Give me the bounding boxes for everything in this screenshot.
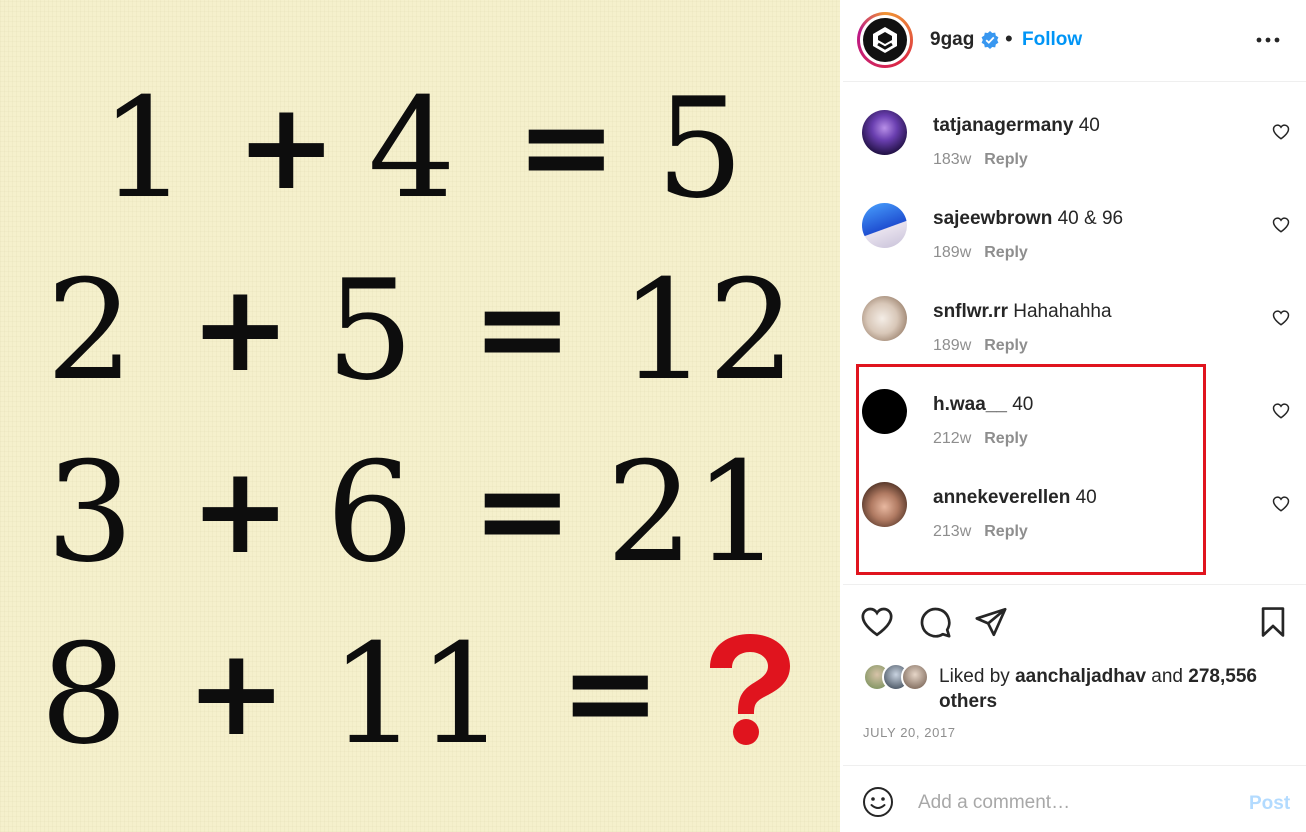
equation-row2-term1: 2 [46, 250, 134, 411]
profile-avatar[interactable] [857, 12, 913, 68]
equation-row4-term2: 11 [330, 614, 506, 775]
comment-age: 189w [933, 337, 972, 354]
emoji-icon[interactable] [862, 786, 894, 818]
post-date[interactable]: JULY 20, 2017 [863, 725, 956, 740]
equation-row2-term2: 5 [326, 250, 414, 411]
9gag-logo-icon [863, 18, 907, 62]
comment-item: snflwr.rr Hahahahha 189w Reply [843, 269, 1306, 362]
likes-others[interactable]: others [939, 691, 997, 712]
equation-row4-equals: = [560, 624, 661, 763]
heart-icon[interactable] [1272, 216, 1290, 234]
header-separator: • [1005, 26, 1013, 51]
equation-row1-plus: + [236, 78, 337, 217]
heart-icon[interactable] [1272, 495, 1290, 513]
equation-row4-plus: + [186, 624, 287, 763]
post-image: 1 + 4 = 5 2 + 5 = 12 3 + 6 = 21 8 + 11 = [0, 0, 840, 832]
equation-row1-term2: 4 [368, 68, 456, 229]
verified-badge-icon [981, 31, 999, 49]
equation-row1-equals: = [516, 78, 617, 217]
reply-button[interactable]: Reply [984, 244, 1028, 261]
liker-avatar [901, 663, 929, 691]
equation-row2-result: 12 [620, 250, 796, 411]
comment-item: annekeverellen 40 213w Reply [843, 455, 1306, 548]
post-header: 9gag • Follow [843, 0, 1306, 82]
question-mark-icon [710, 634, 790, 745]
comment-username[interactable]: tatjanagermany [933, 115, 1073, 136]
comment-age: 213w [933, 523, 972, 540]
commenter-avatar[interactable] [862, 482, 907, 527]
commenter-avatar[interactable] [862, 389, 907, 434]
equation-row3-term1: 3 [46, 432, 134, 593]
liker-avatars[interactable] [863, 663, 933, 693]
heart-icon[interactable] [1272, 402, 1290, 420]
equation-row2-equals: = [472, 260, 573, 399]
comment-age: 183w [933, 151, 972, 168]
equation-row3-equals: = [472, 442, 573, 581]
comment-username[interactable]: sajeewbrown [933, 208, 1052, 229]
comment-text: 40 [1078, 115, 1100, 136]
heart-icon[interactable] [860, 605, 894, 639]
commenter-avatar[interactable] [862, 203, 907, 248]
equation-row2-plus: + [190, 260, 291, 399]
comments-list[interactable]: tatjanagermany 40 183w Reply sajeewbrown … [843, 83, 1306, 583]
comment-text: 40 [1012, 394, 1034, 415]
comment-username[interactable]: annekeverellen [933, 487, 1070, 508]
commenter-avatar[interactable] [862, 296, 907, 341]
comment-text: Hahahahha [1013, 301, 1112, 322]
reply-button[interactable]: Reply [984, 430, 1028, 447]
equation-row3-term2: 6 [326, 432, 414, 593]
comment-text: 40 & 96 [1057, 208, 1124, 229]
equation-row1-result: 5 [656, 68, 744, 229]
comment-text: 40 [1075, 487, 1097, 508]
equation-row3-plus: + [190, 442, 291, 581]
comment-username[interactable]: h.waa__ [933, 394, 1007, 415]
post-author-username[interactable]: 9gag [930, 29, 974, 51]
post-comment-button[interactable]: Post [1249, 793, 1290, 815]
equation-row1-term1: 1 [100, 68, 188, 229]
heart-icon[interactable] [1272, 309, 1290, 327]
heart-icon[interactable] [1272, 123, 1290, 141]
bookmark-icon[interactable] [1256, 605, 1290, 639]
reply-button[interactable]: Reply [984, 337, 1028, 354]
liker-username[interactable]: aanchaljadhav [1015, 666, 1146, 687]
post-actions: Liked by aanchaljadhav and 278,556 other… [843, 584, 1306, 764]
reply-button[interactable]: Reply [984, 523, 1028, 540]
reply-button[interactable]: Reply [984, 151, 1028, 168]
comment-item: tatjanagermany 40 183w Reply [843, 83, 1306, 176]
comment-input[interactable] [918, 788, 1218, 818]
share-icon[interactable] [974, 605, 1008, 639]
comment-username[interactable]: snflwr.rr [933, 301, 1008, 322]
comment-icon[interactable] [918, 605, 952, 639]
follow-button[interactable]: Follow [1022, 29, 1082, 51]
comment-composer: Post [843, 765, 1306, 832]
comment-item: sajeewbrown 40 & 96 189w Reply [843, 176, 1306, 269]
comment-age: 189w [933, 244, 972, 261]
likes-text: Liked by aanchaljadhav and 278,556 other… [939, 666, 1257, 712]
equation-row4-term1: 8 [40, 614, 128, 775]
equation-row3-result: 21 [606, 432, 782, 593]
comment-item: h.waa__ 40 212w Reply [843, 362, 1306, 455]
post-sidebar: 9gag • Follow tatjanagermany 40 183w Repl… [843, 0, 1306, 832]
comment-age: 212w [933, 430, 972, 447]
more-options-icon[interactable] [1254, 30, 1282, 50]
commenter-avatar[interactable] [862, 110, 907, 155]
likes-count[interactable]: 278,556 [1188, 666, 1257, 687]
